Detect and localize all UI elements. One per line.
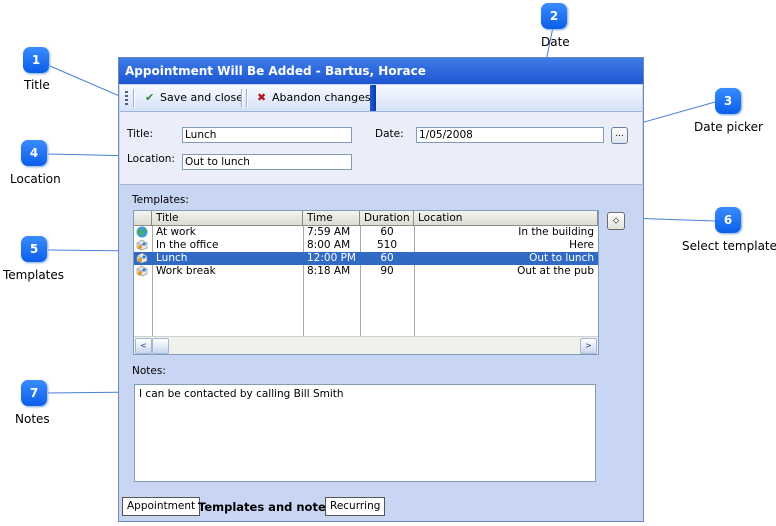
callout-4-badge: 4 [21, 140, 47, 166]
row-location: Out at the pub [517, 265, 594, 277]
title-input[interactable]: Lunch [182, 127, 352, 143]
abandon-changes-button[interactable]: ✖ Abandon changes [254, 88, 371, 108]
row-location: In the building [518, 226, 594, 238]
date-input[interactable]: 1/05/2008 [416, 127, 604, 143]
template-row[interactable]: Work break 8:18 AM 90 Out at the pub [134, 265, 598, 278]
callout-6-badge: 6 [715, 207, 741, 233]
appointment-form: Title: Lunch Date: 1/05/2008 ... Locatio… [120, 112, 642, 185]
save-and-close-label: Save and close [160, 91, 244, 104]
row-location: Out to lunch [529, 252, 594, 264]
callout-3-label: Date picker [694, 120, 763, 134]
callout-6-label: Select template [682, 239, 776, 253]
row-title: In the office [156, 239, 219, 251]
date-picker-button[interactable]: ... [611, 127, 628, 144]
tab-strip: Appointment Templates and notes Recurrin… [120, 495, 642, 520]
grid-header-time[interactable]: Time [303, 211, 360, 226]
callout-7-badge: 7 [21, 380, 47, 406]
row-location: Here [569, 239, 594, 251]
tab-recurring[interactable]: Recurring [325, 497, 386, 516]
toolbar-separator [246, 89, 248, 107]
date-label: Date: [375, 128, 404, 140]
row-time: 12:00 PM [307, 252, 356, 264]
callout-7-label: Notes [15, 412, 50, 426]
select-template-button[interactable]: ⬦ [607, 212, 625, 230]
callout-2-badge: 2 [541, 3, 567, 29]
title-label: Title: [127, 128, 154, 140]
template-row[interactable]: In the office 8:00 AM 510 Here [134, 239, 598, 252]
tab-templates-and-notes[interactable]: Templates and notes [194, 499, 337, 516]
row-title: At work [156, 226, 196, 238]
toolbar-separator [241, 89, 243, 107]
callout-4-label: Location [10, 172, 61, 186]
toolbar-separator [133, 89, 135, 107]
callout-2-label: Date [541, 35, 570, 49]
location-input[interactable]: Out to lunch [182, 154, 352, 170]
callout-3-badge: 3 [715, 88, 741, 114]
checkmark-icon: ✔ [145, 91, 155, 104]
grid-icon-column-header [134, 211, 152, 226]
grid-header-duration[interactable]: Duration [360, 211, 414, 226]
notes-label: Notes: [132, 365, 166, 377]
templates-and-notes-panel: Templates: Title Time Duration Location … [120, 185, 642, 494]
callout-1-badge: 1 [23, 47, 49, 73]
save-and-close-button[interactable]: ✔ Save and close [142, 88, 243, 108]
window-title: Appointment Will Be Added - Bartus, Hora… [119, 58, 643, 84]
row-title: Work break [156, 265, 216, 277]
template-icon [136, 265, 148, 277]
templates-label: Templates: [132, 194, 189, 206]
callout-5-label: Templates [3, 268, 65, 282]
callout-5-badge: 5 [21, 236, 47, 262]
scroll-left-icon[interactable]: < [135, 338, 152, 354]
globe-icon [136, 226, 148, 238]
grid-header-title[interactable]: Title [152, 211, 303, 226]
row-time: 8:18 AM [307, 265, 351, 277]
notes-textarea[interactable]: I can be contacted by calling Bill Smith [134, 384, 596, 482]
scroll-thumb[interactable] [152, 338, 169, 354]
row-duration: 60 [380, 226, 394, 238]
template-icon [136, 252, 148, 264]
tab-appointment[interactable]: Appointment [122, 497, 201, 516]
template-row-selected[interactable]: Lunch 12:00 PM 60 Out to lunch [134, 252, 598, 265]
row-duration: 60 [380, 252, 394, 264]
cross-icon: ✖ [257, 91, 267, 104]
row-time: 7:59 AM [307, 226, 351, 238]
callout-1-label: Title [24, 78, 50, 92]
template-icon [136, 239, 148, 251]
toolbar-end-cap [370, 85, 376, 111]
template-row[interactable]: At work 7:59 AM 60 In the building [134, 226, 598, 239]
row-duration: 90 [380, 265, 394, 277]
toolbar-grip-icon[interactable] [125, 91, 128, 105]
appointment-window: Appointment Will Be Added - Bartus, Hora… [118, 57, 644, 522]
row-title: Lunch [156, 252, 188, 264]
row-time: 8:00 AM [307, 239, 351, 251]
row-duration: 510 [376, 239, 398, 251]
templates-grid[interactable]: Title Time Duration Location At work 7:5… [133, 210, 599, 355]
scroll-right-icon[interactable]: > [580, 338, 597, 354]
abandon-changes-label: Abandon changes [272, 91, 371, 104]
grid-horizontal-scrollbar[interactable]: < > [134, 336, 598, 354]
location-label: Location: [127, 153, 175, 165]
select-template-icon: ⬦ [612, 216, 620, 226]
toolbar: ✔ Save and close ✖ Abandon changes [120, 85, 642, 112]
grid-header-location[interactable]: Location [414, 211, 598, 226]
